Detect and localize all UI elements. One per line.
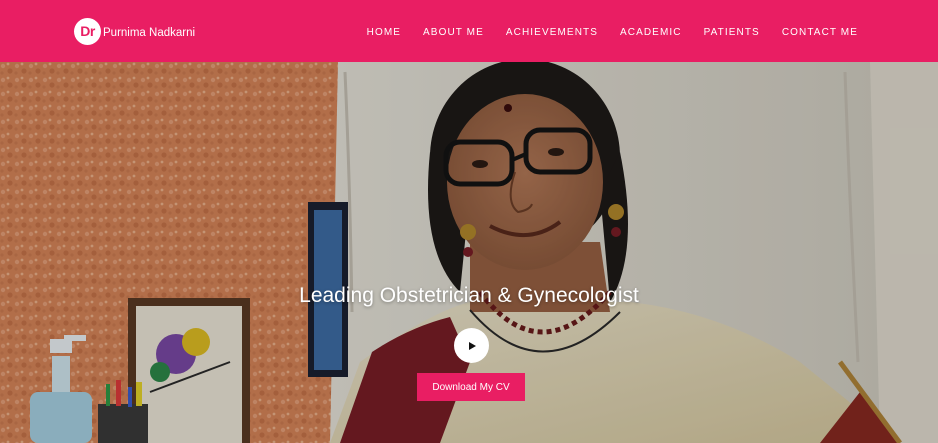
play-icon bbox=[468, 341, 476, 350]
hero-section: Leading Obstetrician & Gynecologist Down… bbox=[0, 62, 938, 443]
nav-item-contact: CONTACT ME bbox=[782, 22, 858, 40]
nav-item-about: ABOUT ME bbox=[423, 22, 484, 40]
nav-item-achievements: ACHIEVEMENTS bbox=[506, 22, 598, 40]
nav-link-patients[interactable]: PATIENTS bbox=[704, 27, 760, 38]
nav-link-home[interactable]: HOME bbox=[367, 27, 401, 38]
nav-link-about-me[interactable]: ABOUT ME bbox=[423, 27, 484, 38]
play-video-button[interactable] bbox=[454, 328, 489, 363]
brand-name: Purnima Nadkarni bbox=[103, 27, 196, 39]
nav-menu: HOME ABOUT ME ACHIEVEMENTS ACADEMIC PATI… bbox=[367, 0, 858, 62]
navbar: Dr Purnima Nadkarni HOME ABOUT ME ACHIEV… bbox=[0, 0, 938, 62]
page: Dr Purnima Nadkarni HOME ABOUT ME ACHIEV… bbox=[0, 0, 938, 443]
nav-item-home: HOME bbox=[367, 22, 401, 40]
download-cv-button[interactable]: Download My CV bbox=[417, 373, 525, 401]
brand-logo-link[interactable]: Dr Purnima Nadkarni bbox=[74, 17, 195, 45]
nav-link-contact-me[interactable]: CONTACT ME bbox=[782, 27, 858, 38]
nav-link-achievements[interactable]: ACHIEVEMENTS bbox=[506, 27, 598, 38]
nav-link-academic[interactable]: ACADEMIC bbox=[620, 27, 682, 38]
nav-item-academic: ACADEMIC bbox=[620, 22, 682, 40]
hero-title: Leading Obstetrician & Gynecologist bbox=[299, 284, 639, 307]
nav-item-patients: PATIENTS bbox=[704, 22, 760, 40]
dr-logo-badge: Dr bbox=[74, 17, 101, 45]
